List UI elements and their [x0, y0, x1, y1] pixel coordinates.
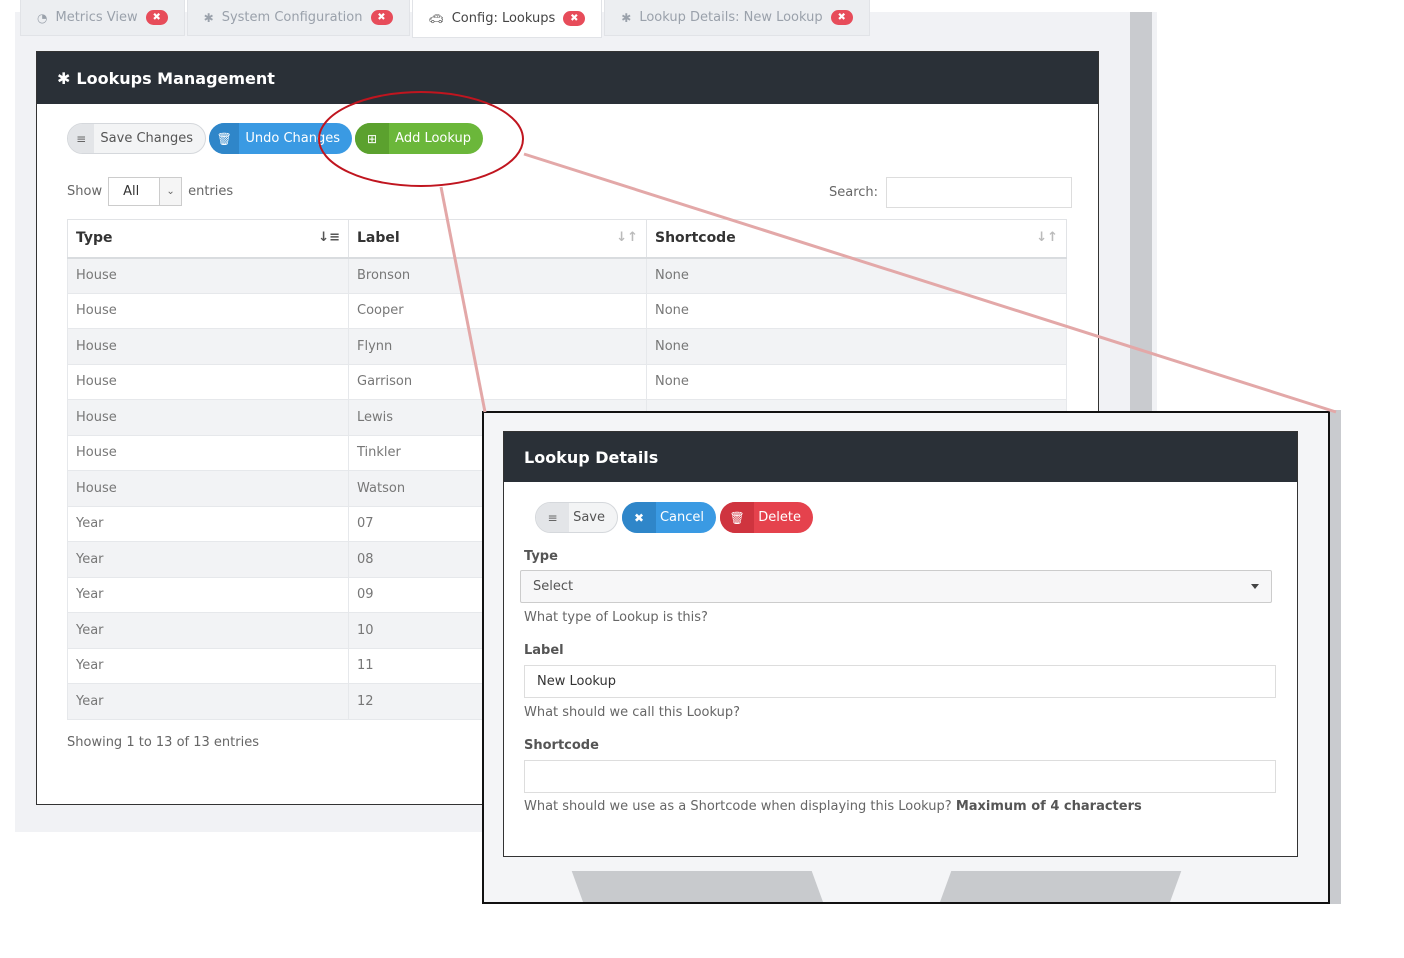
highlight-ellipse: [318, 91, 524, 187]
callout-line-right: [523, 152, 1337, 414]
callout-line-left: [439, 186, 487, 413]
annotation-overlay: [318, 91, 1337, 414]
